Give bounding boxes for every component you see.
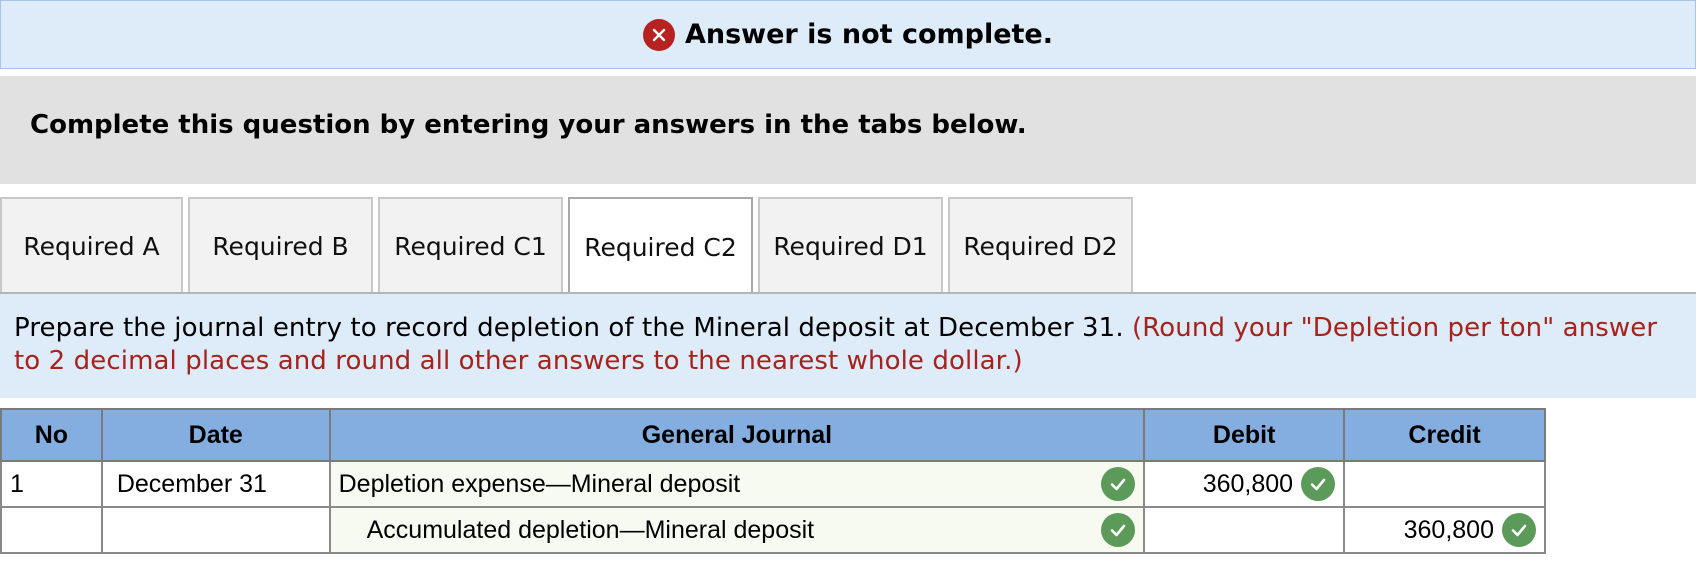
row-credit-cell[interactable]: 360,800 [1343,506,1546,554]
table-row: Accumulated depletion—Mineral deposit 36… [0,506,1546,554]
row-debit-cell[interactable]: 360,800 [1143,460,1346,508]
row-no: 1 [0,460,103,508]
tab-required-c1[interactable]: Required C1 [378,197,563,293]
row-account: Depletion expense—Mineral deposit [338,469,741,498]
tab-required-b[interactable]: Required B [188,197,373,293]
header-no: No [0,408,103,462]
answer-status-banner: Answer is not complete. [0,0,1696,69]
row-date[interactable] [100,506,331,554]
row-account-cell[interactable]: Accumulated depletion—Mineral deposit [328,506,1146,554]
instructions-text: Complete this question by entering your … [30,110,1027,140]
check-icon [1301,467,1336,501]
row-credit-cell[interactable] [1343,460,1546,508]
tab-required-d2[interactable]: Required D2 [948,197,1133,293]
row-no [0,506,103,554]
banner-message: Answer is not complete. [684,19,1054,50]
tab-required-c2[interactable]: Required C2 [568,197,753,295]
header-general-journal: General Journal [328,408,1146,462]
table-row: 1 December 31 Depletion expense—Mineral … [0,460,1546,508]
check-icon [1502,513,1536,547]
check-icon [1101,513,1136,547]
row-account: Accumulated depletion—Mineral deposit [366,515,815,544]
tab-required-a[interactable]: Required A [0,197,183,293]
header-debit: Debit [1143,408,1346,462]
row-account-cell[interactable]: Depletion expense—Mineral deposit [328,460,1146,508]
row-credit: 360,800 [1403,515,1494,544]
table-header-row: No Date General Journal Debit Credit [0,408,1546,462]
header-credit: Credit [1343,408,1546,462]
row-debit: 360,800 [1202,469,1294,498]
check-icon [1101,467,1136,501]
tab-required-d1[interactable]: Required D1 [758,197,943,293]
row-date[interactable]: December 31 [100,460,331,508]
instructions-bar: Complete this question by entering your … [0,76,1696,184]
journal-table: No Date General Journal Debit Credit 1 D… [0,408,1546,554]
prompt-text: Prepare the journal entry to record depl… [14,313,1133,343]
x-circle-icon [642,18,675,51]
question-prompt: Prepare the journal entry to record depl… [0,294,1696,398]
row-debit-cell[interactable] [1143,506,1346,554]
header-date: Date [100,408,331,462]
tab-bar: Required A Required B Required C1 Requir… [0,197,1138,295]
